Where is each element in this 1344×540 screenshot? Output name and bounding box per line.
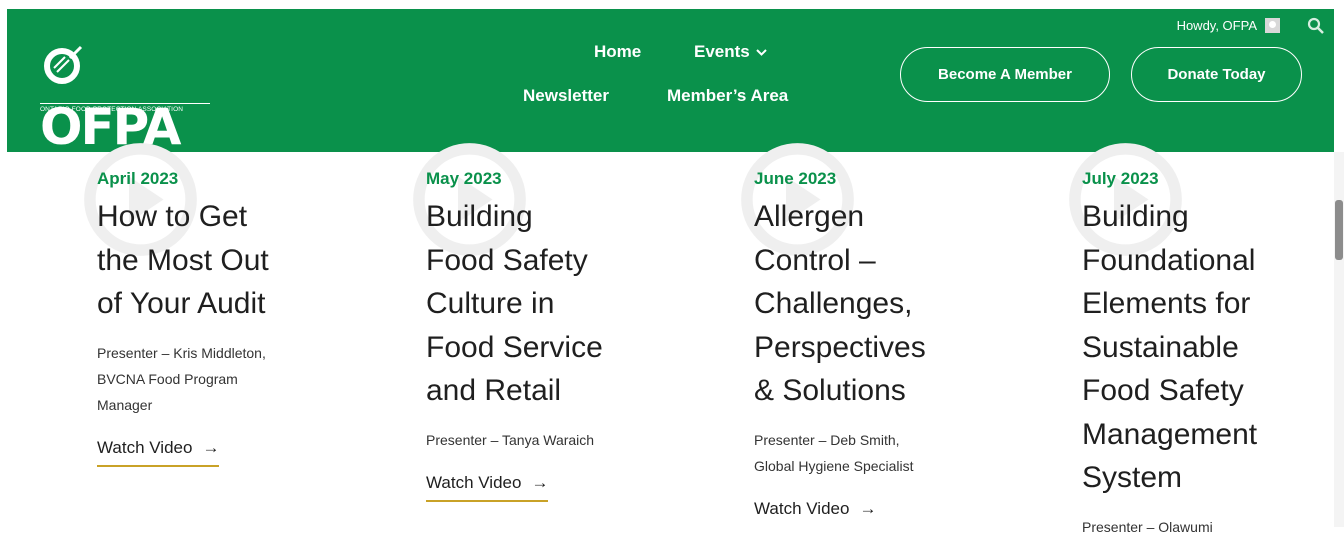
event-title[interactable]: Building Food Safety Culture in Food Ser…: [426, 195, 661, 413]
event-date: July 2023: [1082, 169, 1159, 188]
event-date: June 2023: [754, 169, 837, 188]
presenter-line: Presenter – Deb Smith,: [754, 431, 900, 448]
event-card-june: June 2023 Allergen Control – Challenges,…: [741, 143, 989, 526]
logo-wordmark: OFPA: [40, 37, 210, 157]
watch-video-label: Watch Video: [97, 437, 193, 457]
avatar: [1265, 18, 1280, 33]
ofpa-logo[interactable]: OFPA ONTARIO FOOD PROTECTION ASSOCIATION: [40, 37, 210, 156]
event-date: May 2023: [426, 169, 502, 188]
event-title-line: Food Safety: [426, 243, 588, 277]
scrollbar-thumb[interactable]: [1335, 200, 1343, 260]
event-presenter: Presenter – Deb Smith, Global Hygiene Sp…: [754, 427, 989, 479]
watch-video-label: Watch Video: [426, 472, 522, 492]
event-title-line: Management: [1082, 417, 1258, 451]
event-title-line: & Solutions: [754, 374, 906, 407]
event-presenter: Presenter – Kris Middleton, BVCNA Food P…: [97, 340, 332, 418]
event-title-line: and Retail: [426, 374, 562, 407]
event-title-line: How to Get: [97, 200, 248, 233]
event-title-line: Culture in: [426, 287, 555, 320]
event-title-line: System: [1082, 461, 1183, 494]
event-presenter: Presenter – Tanya Waraich: [426, 427, 661, 453]
event-title[interactable]: Allergen Control – Challenges, Perspecti…: [754, 195, 989, 413]
arrow-right-icon: →: [531, 472, 549, 492]
event-title-line: of Your Audit: [97, 287, 266, 320]
chevron-down-icon: [756, 42, 767, 62]
top-strip: [0, 0, 1344, 9]
watch-video-link[interactable]: Watch Video →: [97, 437, 220, 467]
nav-newsletter[interactable]: Newsletter: [523, 86, 609, 106]
nav-events-label: Events: [694, 42, 750, 61]
watch-video-label: Watch Video: [754, 498, 850, 518]
event-title-line: Sustainable: [1082, 330, 1239, 364]
event-title-line: Food Safety: [1082, 374, 1244, 407]
event-title-line: Allergen: [754, 200, 865, 233]
event-title-line: Building: [1082, 200, 1189, 233]
event-card-april: April 2023 How to Get the Most Out of Yo…: [84, 143, 332, 467]
event-title-line: Challenges,: [754, 287, 913, 320]
search-icon[interactable]: [1307, 17, 1325, 35]
logo-tagline: ONTARIO FOOD PROTECTION ASSOCIATION: [40, 103, 210, 113]
event-title-line: Foundational: [1082, 243, 1256, 277]
watch-video-link[interactable]: Watch Video →: [754, 499, 876, 526]
event-title-line: Food Service: [426, 330, 603, 364]
event-card-july: July 2023 Building Foundational Elements…: [1069, 143, 1317, 540]
become-member-button[interactable]: Become A Member: [900, 47, 1110, 102]
event-title[interactable]: How to Get the Most Out of Your Audit: [97, 195, 332, 326]
nav-home[interactable]: Home: [594, 42, 641, 62]
arrow-right-icon: →: [859, 498, 877, 518]
presenter-line: Global Hygiene Specialist: [754, 457, 914, 474]
arrow-right-icon: →: [202, 437, 220, 457]
donate-today-button[interactable]: Donate Today: [1131, 47, 1302, 102]
user-greeting[interactable]: Howdy, OFPA: [1177, 18, 1280, 33]
event-title-line: the Most Out: [97, 243, 269, 277]
event-date: April 2023: [97, 169, 179, 188]
watch-video-link[interactable]: Watch Video →: [426, 472, 549, 502]
site-header: OFPA ONTARIO FOOD PROTECTION ASSOCIATION…: [7, 9, 1334, 156]
nav-members-area[interactable]: Member’s Area: [667, 86, 788, 106]
greeting-text: Howdy, OFPA: [1176, 18, 1257, 33]
presenter-line: BVCNA Food Program: [97, 370, 238, 387]
presenter-line: Presenter – Kris Middleton,: [97, 344, 266, 361]
presenter-line: Manager: [97, 396, 153, 413]
event-title-line: Perspectives: [754, 330, 926, 364]
event-title-line: Control –: [754, 243, 876, 277]
event-title-line: Building: [426, 200, 533, 233]
event-title[interactable]: Building Foundational Elements for Susta…: [1082, 195, 1317, 500]
nav-events[interactable]: Events: [694, 42, 767, 62]
presenter-line: Presenter – Tanya Waraich: [426, 431, 595, 448]
event-title-line: Elements for: [1082, 287, 1251, 320]
event-card-may: May 2023 Building Food Safety Culture in…: [413, 143, 661, 502]
